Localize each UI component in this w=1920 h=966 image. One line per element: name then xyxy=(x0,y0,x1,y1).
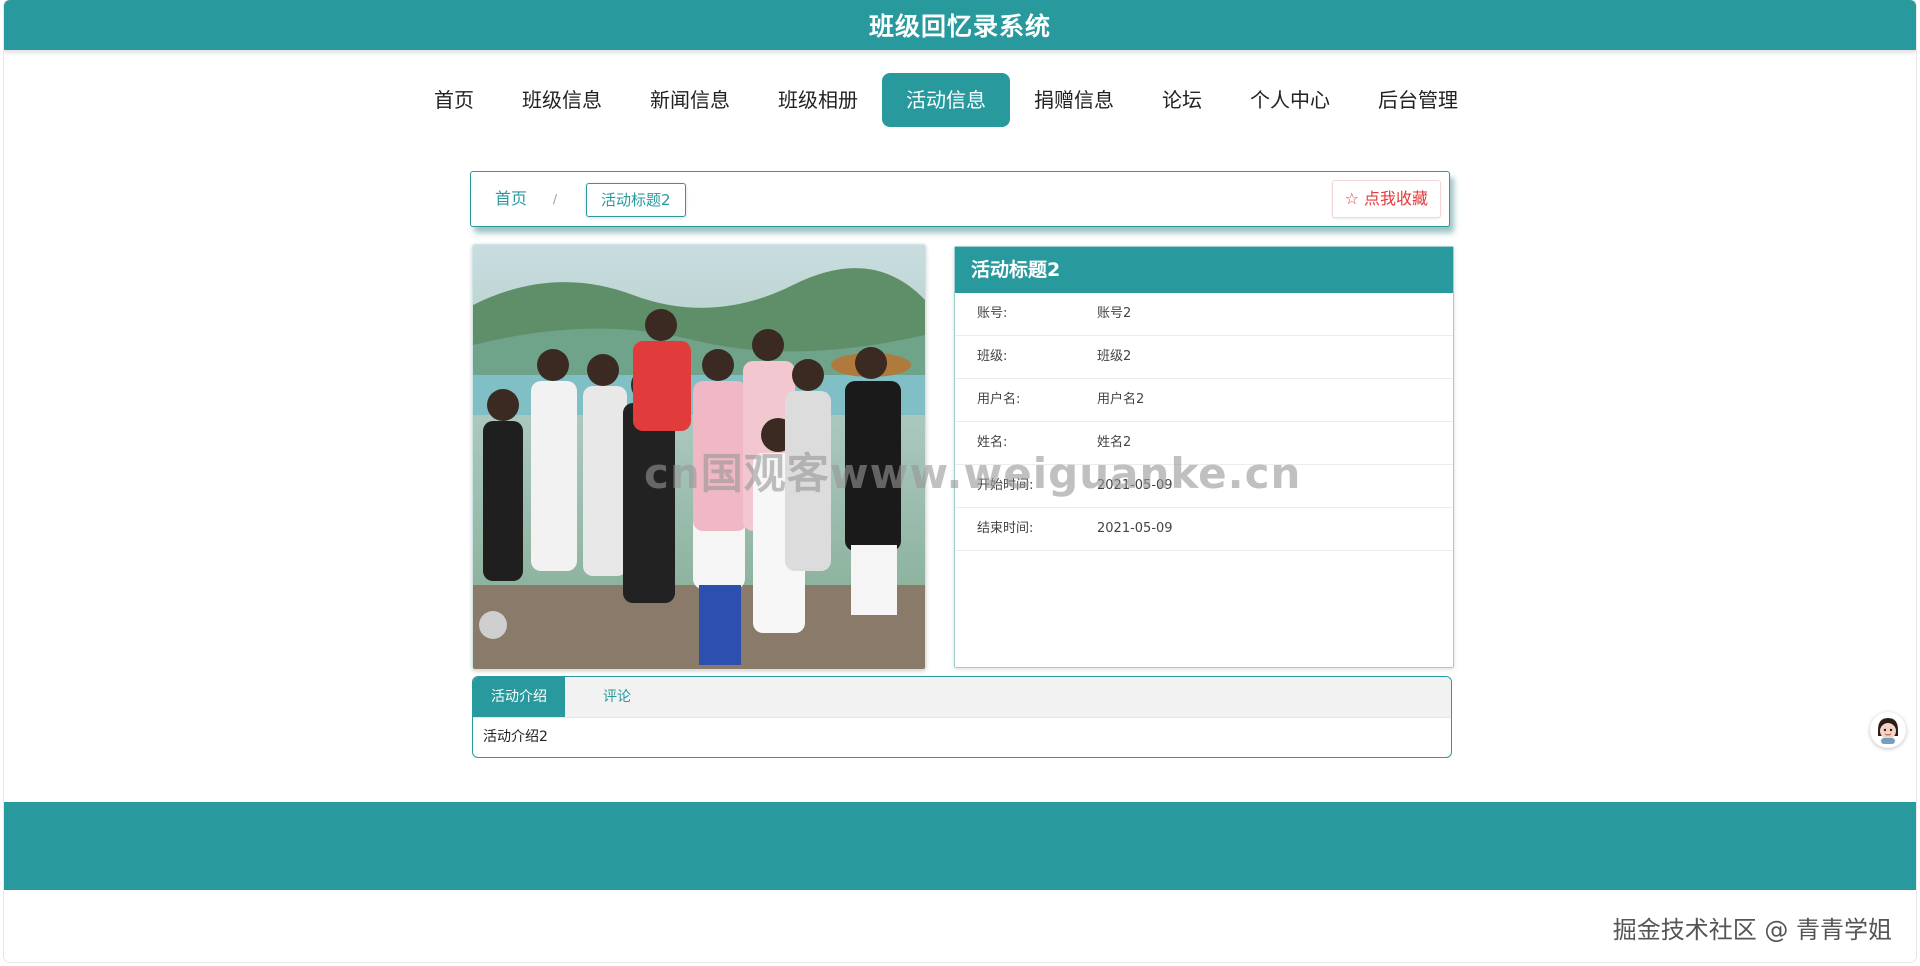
detail-value: 班级2 xyxy=(1097,349,1132,364)
main-nav: 首页 班级信息 新闻信息 班级相册 活动信息 捐赠信息 论坛 个人中心 后台管理 xyxy=(4,73,1916,127)
nav-item-forum[interactable]: 论坛 xyxy=(1138,73,1226,127)
chat-avatar-icon[interactable] xyxy=(1870,712,1906,748)
breadcrumb: 首页 / 活动标题2 ☆ 点我收藏 xyxy=(470,171,1450,227)
nav-item-profile[interactable]: 个人中心 xyxy=(1226,73,1354,127)
page-frame: 班级回忆录系统 首页 班级信息 新闻信息 班级相册 活动信息 捐赠信息 论坛 个… xyxy=(4,0,1916,962)
breadcrumb-current: 活动标题2 xyxy=(586,183,686,217)
nav-item-album[interactable]: 班级相册 xyxy=(754,73,882,127)
detail-value: 账号2 xyxy=(1097,306,1132,321)
detail-label: 账号: xyxy=(977,306,1008,321)
site-title: 班级回忆录系统 xyxy=(868,12,1051,41)
tab-comments[interactable]: 评论 xyxy=(565,677,669,717)
footer xyxy=(4,802,1916,890)
nav-item-activities[interactable]: 活动信息 xyxy=(882,73,1010,127)
detail-value: 2021-05-09 xyxy=(1097,521,1173,536)
detail-tabs: 活动介绍 评论 活动介绍2 xyxy=(472,676,1452,758)
tab-activity-intro[interactable]: 活动介绍 xyxy=(473,677,565,717)
tab-content: 活动介绍2 xyxy=(483,729,548,745)
nav-item-admin[interactable]: 后台管理 xyxy=(1354,73,1482,127)
breadcrumb-separator: / xyxy=(553,192,558,206)
nav-item-news[interactable]: 新闻信息 xyxy=(626,73,754,127)
detail-row-username: 用户名: 用户名2 xyxy=(955,379,1453,422)
avatar-face-icon xyxy=(1871,713,1905,747)
detail-row-end-time: 结束时间: 2021-05-09 xyxy=(955,508,1453,551)
detail-label: 结束时间: xyxy=(977,521,1034,536)
activity-title: 活动标题2 xyxy=(955,247,1453,293)
bottom-watermark: 掘金技术社区 @ 青青学姐 xyxy=(1612,916,1892,944)
detail-label: 班级: xyxy=(977,349,1008,364)
nav-item-class-info[interactable]: 班级信息 xyxy=(498,73,626,127)
nav-item-home[interactable]: 首页 xyxy=(410,73,498,127)
detail-label: 用户名: xyxy=(977,392,1021,407)
detail-row-class: 班级: 班级2 xyxy=(955,336,1453,379)
breadcrumb-home-link[interactable]: 首页 xyxy=(495,172,527,226)
top-header: 班级回忆录系统 xyxy=(4,0,1916,50)
nav-item-donations[interactable]: 捐赠信息 xyxy=(1010,73,1138,127)
detail-value: 用户名2 xyxy=(1097,392,1145,407)
center-watermark: cn国观客www.weiguanke.cn xyxy=(644,449,1302,498)
tab-bar: 活动介绍 评论 xyxy=(473,677,1451,718)
detail-row-account: 账号: 账号2 xyxy=(955,293,1453,336)
favorite-button[interactable]: ☆ 点我收藏 xyxy=(1331,180,1441,218)
